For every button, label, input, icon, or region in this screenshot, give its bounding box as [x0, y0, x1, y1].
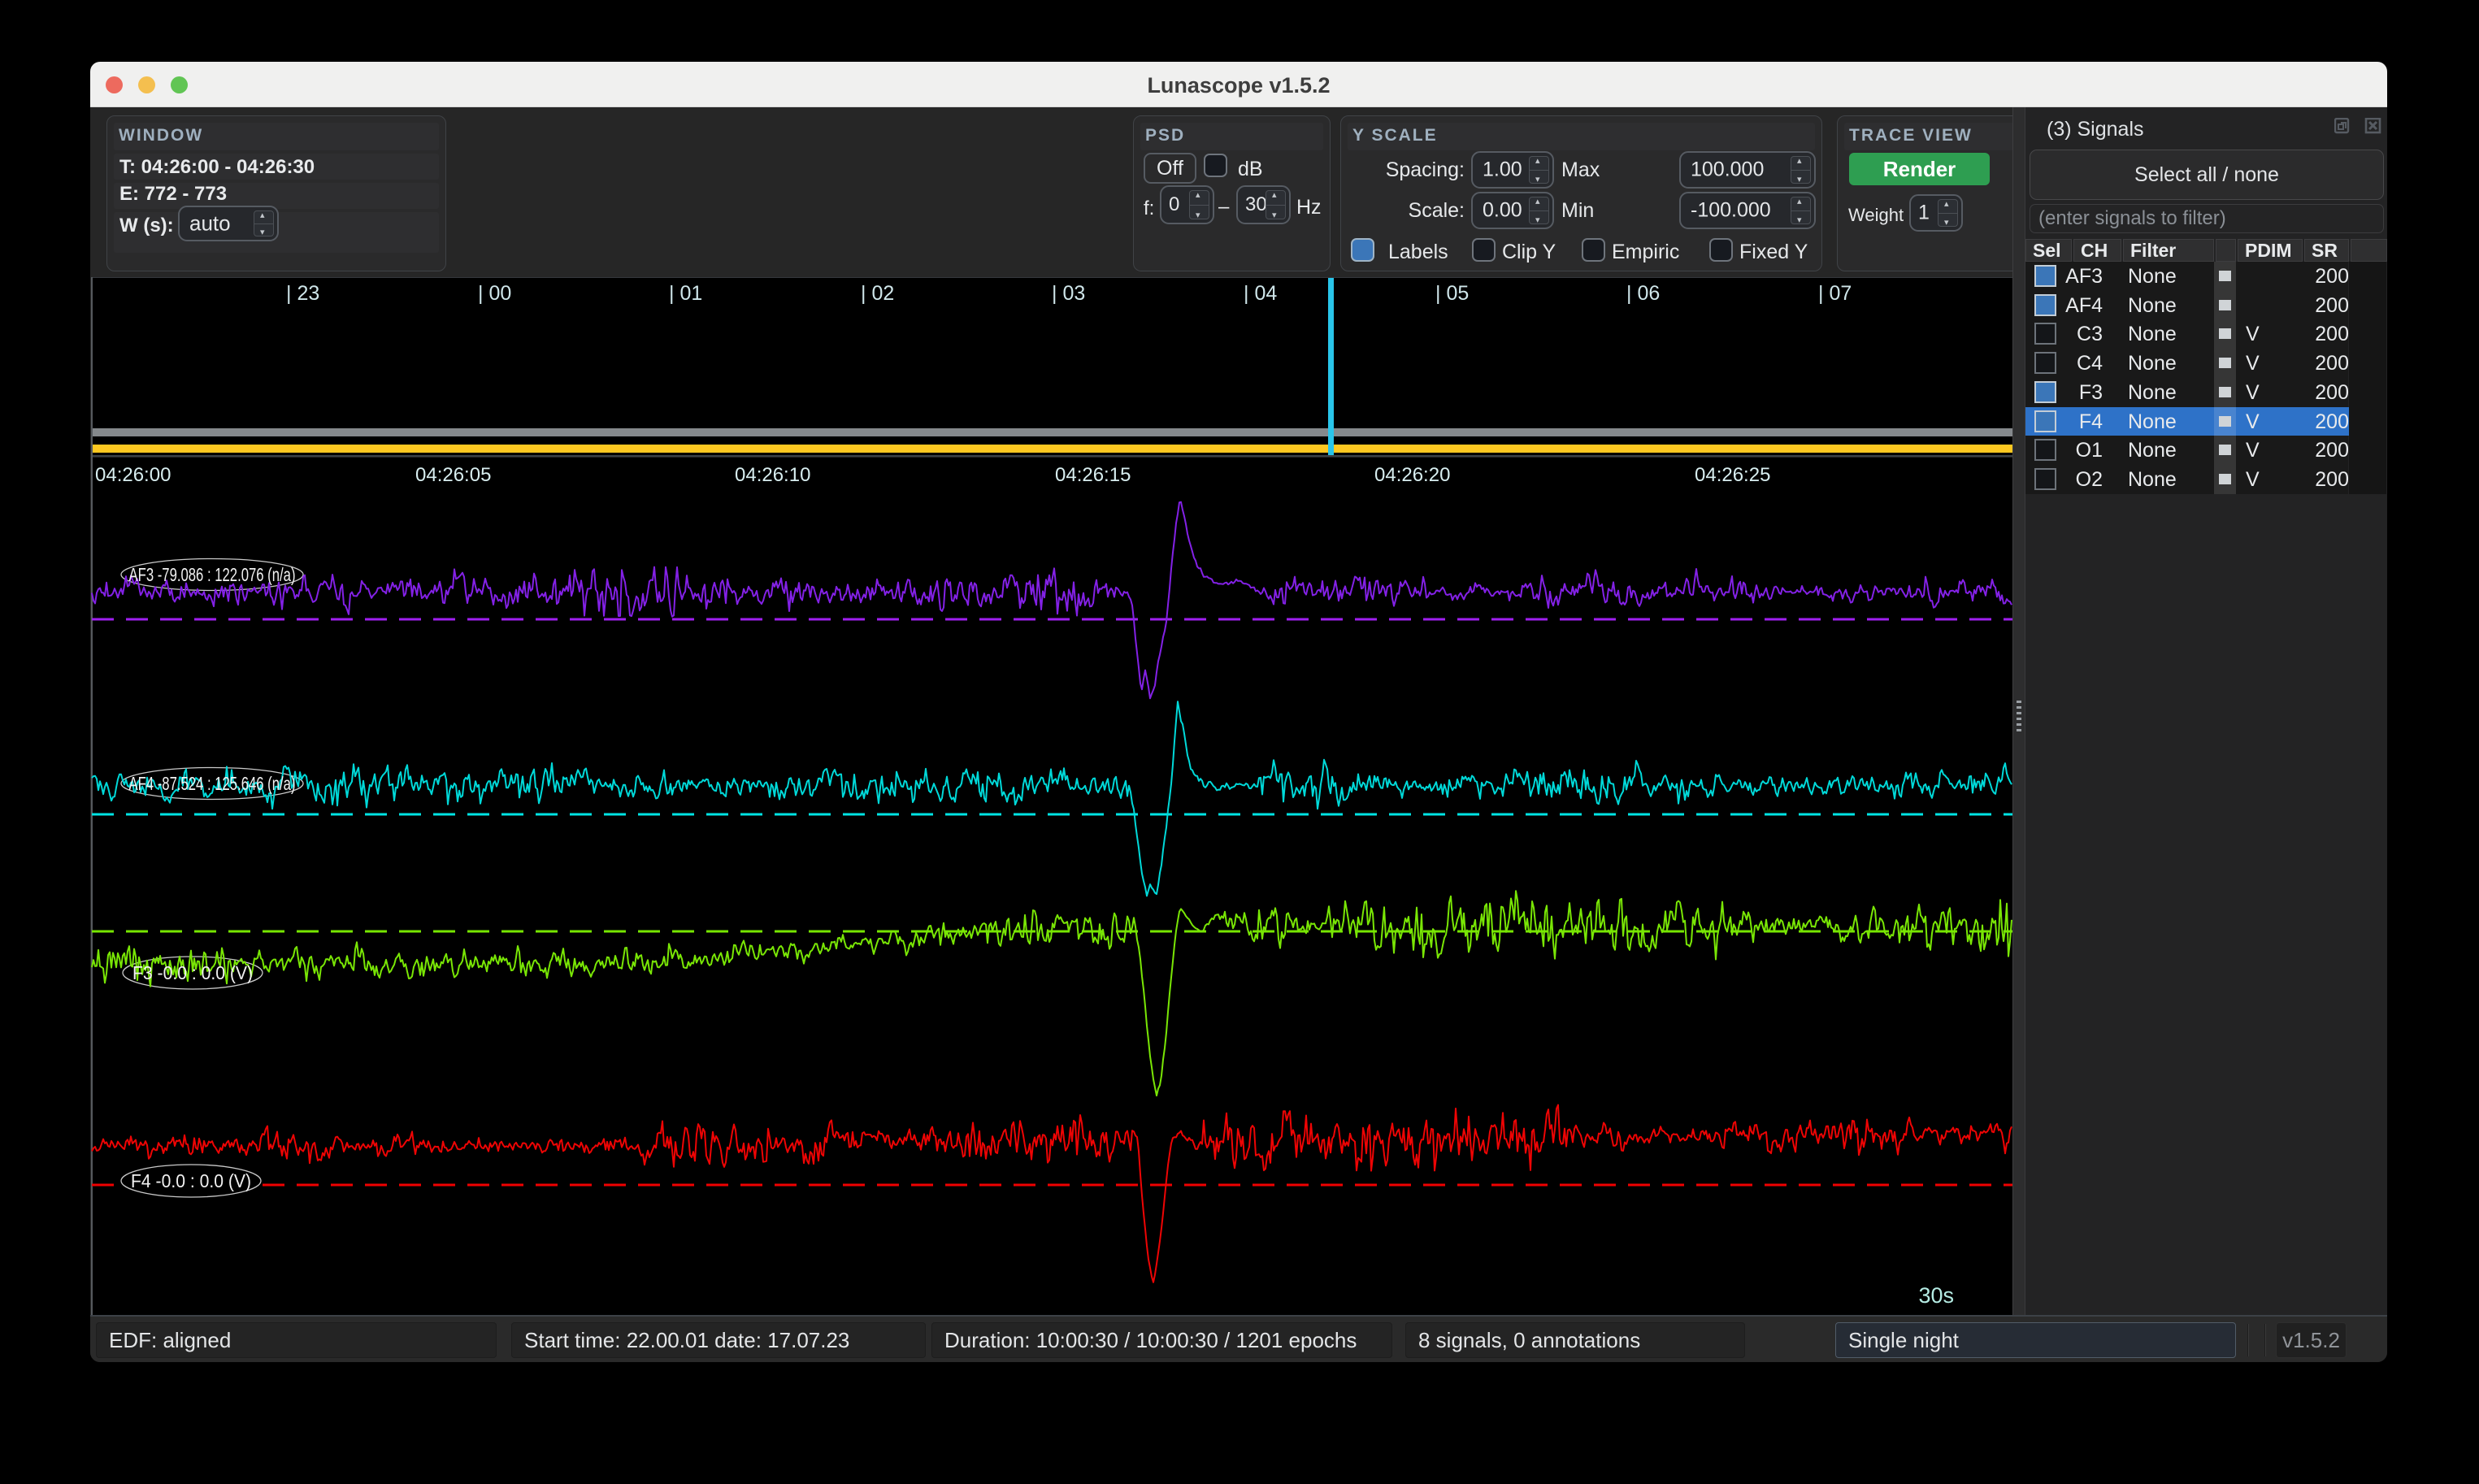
- svg-text:AF4 -87.524 : 125.646 (n/a): AF4 -87.524 : 125.646 (n/a): [129, 773, 296, 794]
- svg-text:F4 -0.0 : 0.0 (V): F4 -0.0 : 0.0 (V): [131, 1170, 251, 1191]
- svg-text:AF3 -79.086 : 122.076 (n/a): AF3 -79.086 : 122.076 (n/a): [129, 564, 296, 585]
- svg-text:F3 -0.0 : 0.0 (V): F3 -0.0 : 0.0 (V): [132, 962, 253, 983]
